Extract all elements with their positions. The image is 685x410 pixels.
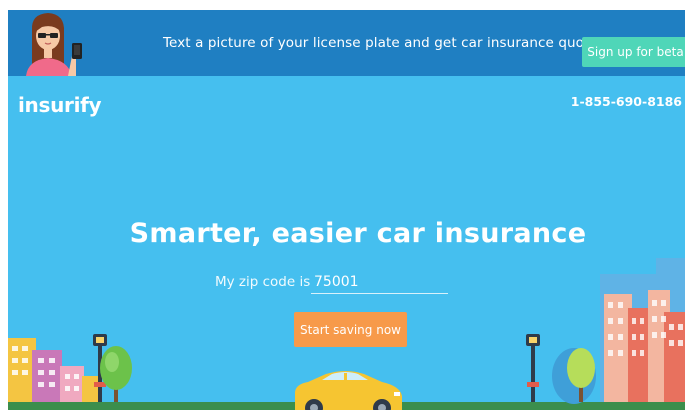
sign-up-beta-button[interactable]: Sign up for beta bbox=[582, 37, 685, 67]
insurify-logo[interactable]: insurify bbox=[18, 93, 102, 117]
phone-number[interactable]: 1-855-690-8186 bbox=[571, 94, 682, 109]
girl-with-phone-icon bbox=[26, 13, 82, 76]
banner-message: Text a picture of your license plate and… bbox=[163, 35, 636, 51]
page: Text a picture of your license plate and… bbox=[0, 0, 685, 410]
promo-banner: Text a picture of your license plate and… bbox=[8, 10, 685, 76]
zip-code-input[interactable] bbox=[311, 270, 448, 294]
city-buildings-icon bbox=[8, 338, 100, 402]
hero-headline: Smarter, easier car insurance bbox=[129, 218, 587, 249]
street-lamp-icon bbox=[526, 334, 540, 402]
start-saving-button[interactable]: Start saving now bbox=[294, 312, 407, 347]
yellow-car-icon bbox=[295, 371, 402, 410]
tree-icon bbox=[100, 346, 132, 402]
zip-code-label: My zip code is bbox=[215, 274, 311, 290]
hero-section: insurify 1-855-690-8186 Smarter, easier … bbox=[8, 76, 685, 410]
city-buildings-icon bbox=[600, 258, 685, 402]
